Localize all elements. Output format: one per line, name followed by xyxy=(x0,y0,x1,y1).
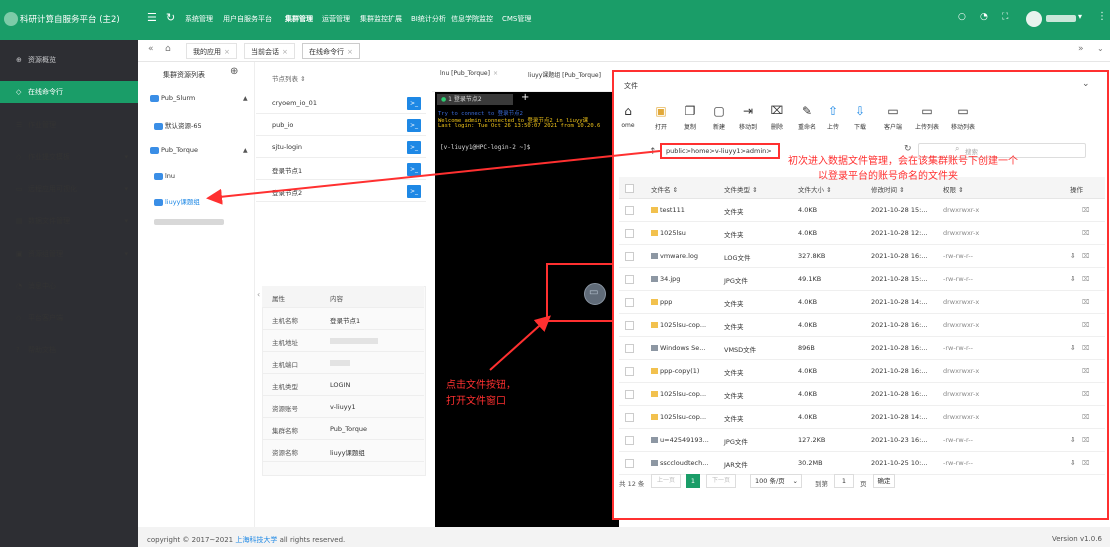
arrow-to-tree-item xyxy=(206,150,661,205)
copyright-suffix: all rights reserved. xyxy=(277,536,346,544)
annotation-note-2b: 打开文件窗口 xyxy=(446,396,506,407)
copyright: copyright © 2017~2021 上海科技大学 all rights … xyxy=(147,535,345,545)
copyright-prefix: copyright © 2017~2021 xyxy=(147,536,236,544)
copyright-link[interactable]: 上海科技大学 xyxy=(235,536,277,544)
arrow-to-file-button xyxy=(489,315,551,371)
annotation-note-1b: 以登录平台的账号命名的文件夹 xyxy=(818,171,958,182)
annotation-arrows xyxy=(206,150,661,371)
annotation-note-1: 初次进入数据文件管理，会在该集群账号下创建一个 xyxy=(788,156,1018,167)
annotation-note-2: 点击文件按钮， xyxy=(446,380,516,391)
version: Version v1.0.6 xyxy=(1052,535,1102,543)
